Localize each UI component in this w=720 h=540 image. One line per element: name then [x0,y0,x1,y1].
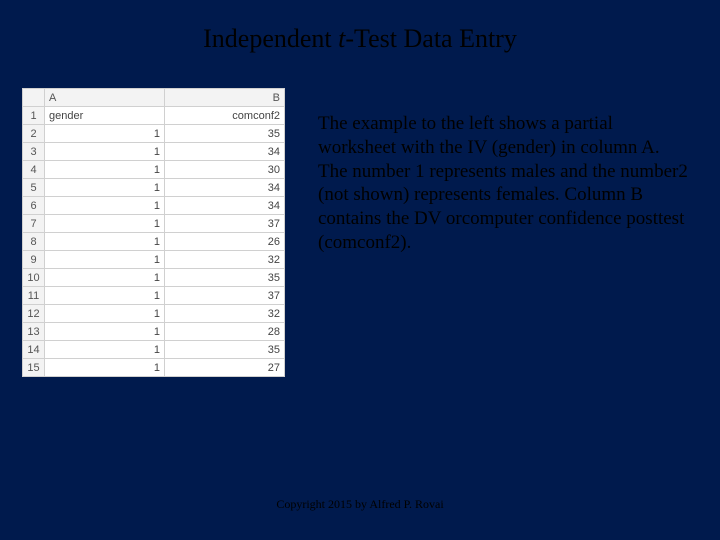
body-paragraph: The example to the left shows a partial … [318,112,688,255]
table-row: 12132 [23,305,285,323]
table-row: 9132 [23,251,285,269]
col-header-b: B [165,89,285,107]
table-row: 3134 [23,143,285,161]
table-row: 14135 [23,341,285,359]
table-row: 11137 [23,287,285,305]
table-row: 10135 [23,269,285,287]
title-pre: Independent [203,24,338,53]
corner-cell [23,89,45,107]
row-num: 1 [23,107,45,125]
table-row: 1 gender comconf2 [23,107,285,125]
spreadsheet: A B 1 gender comconf2 2135 3134 4130 513… [22,88,285,377]
column-header-row: A B [23,89,285,107]
table-row: 13128 [23,323,285,341]
cell-header-a: gender [45,107,165,125]
cell-header-b: comconf2 [165,107,285,125]
title-post: -Test Data Entry [345,24,516,53]
table-row: 5134 [23,179,285,197]
slide-title: Independent t-Test Data Entry [0,24,720,54]
table-row: 6134 [23,197,285,215]
table-row: 15127 [23,359,285,377]
table-row: 8126 [23,233,285,251]
table-row: 7137 [23,215,285,233]
table-row: 4130 [23,161,285,179]
copyright-footer: Copyright 2015 by Alfred P. Rovai [0,497,720,512]
table-row: 2135 [23,125,285,143]
col-header-a: A [45,89,165,107]
